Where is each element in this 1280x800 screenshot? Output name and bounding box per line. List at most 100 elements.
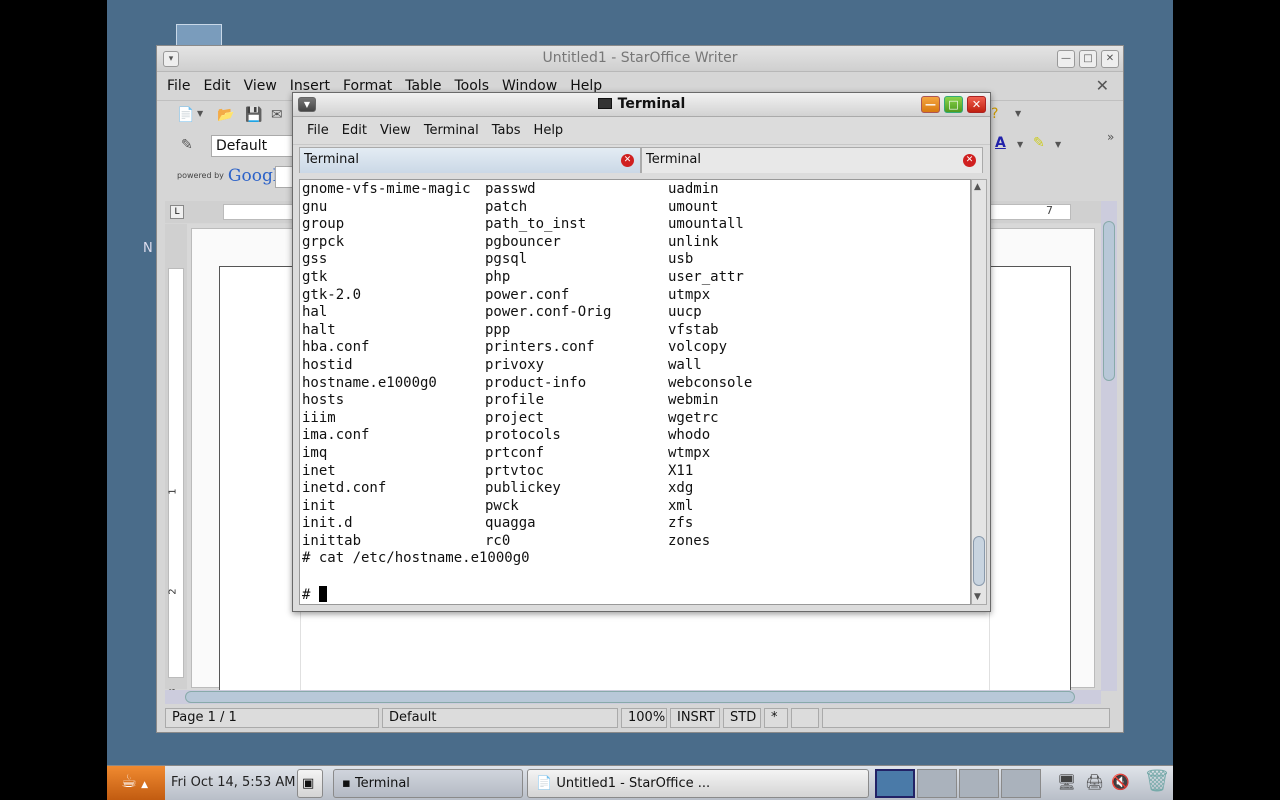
launch-menu-button[interactable]: ☕ ▲ [107, 766, 165, 800]
terminal-listing-entry: user_attr [668, 268, 744, 285]
terminal-listing-entry: X11 [668, 462, 694, 479]
new-document-icon[interactable]: 📄 [177, 107, 194, 123]
terminal-listing-entry: inet [302, 462, 336, 479]
terminal-scroll-thumb[interactable] [973, 536, 985, 586]
terminal-listing-entry: xdg [668, 480, 694, 497]
terminal-tab-2[interactable]: Terminal ✕ [641, 147, 983, 173]
terminal-listing-entry: uucp [668, 304, 702, 321]
email-icon[interactable]: ✉ [271, 107, 283, 123]
open-folder-icon[interactable]: 📂 [217, 107, 234, 123]
writer-vertical-scrollbar[interactable] [1101, 201, 1117, 691]
vertical-ruler[interactable]: 1 2 3 [165, 224, 187, 695]
terminal-listing-entry: rc0 [485, 532, 511, 549]
terminal-listing-entry: usb [668, 251, 694, 268]
show-desktop-button[interactable]: ▣ [297, 769, 323, 798]
taskbar-item-terminal[interactable]: ▪ Terminal [333, 769, 523, 798]
terminal-listing-entry: hal [302, 304, 328, 321]
terminal-listing-entry: grpck [302, 233, 345, 250]
tab-stop-icon[interactable]: L [170, 205, 184, 219]
terminal-listing-entry: protocols [485, 427, 561, 444]
network-icon[interactable]: 🖥 [1057, 773, 1076, 791]
save-icon[interactable]: 💾 [245, 107, 262, 123]
menu-view[interactable]: View [244, 78, 277, 94]
vertical-ruler-scale [168, 268, 184, 678]
terminal-listing-entry: umountall [668, 216, 744, 233]
help-icon[interactable]: ? [991, 106, 998, 122]
workspace-3[interactable] [959, 769, 999, 798]
terminal-listing-row: iiim project wgetrc [302, 410, 968, 428]
status-selection-mode[interactable]: STD [723, 708, 761, 728]
terminal-tab-1[interactable]: Terminal ✕ [299, 147, 641, 173]
terminal-listing-entry: prtvtoc [485, 462, 545, 479]
writer-title: Untitled1 - StarOffice Writer [542, 50, 738, 66]
status-modified: * [764, 708, 788, 728]
styles-icon[interactable]: ✎ [181, 137, 193, 153]
terminal-scrollbar[interactable]: ▲ ▼ [971, 179, 987, 605]
status-zoom[interactable]: 100% [621, 708, 667, 728]
tab-1-close-icon[interactable]: ✕ [621, 154, 634, 167]
vruler-mark-1: 1 [167, 488, 179, 495]
terminal-menu-terminal[interactable]: Terminal [424, 123, 479, 138]
writer-horizontal-scrollbar[interactable] [165, 690, 1101, 704]
new-dropdown-icon[interactable]: ▼ [197, 109, 203, 118]
terminal-listing-entry: php [485, 268, 511, 285]
font-color-icon[interactable]: A [995, 135, 1006, 151]
tab-2-close-icon[interactable]: ✕ [963, 154, 976, 167]
terminal-listing-entry: gnome-vfs-mime-magic [302, 181, 471, 197]
scroll-down-icon[interactable]: ▼ [974, 592, 981, 602]
maximize-icon[interactable]: □ [1079, 50, 1097, 68]
trash-icon[interactable]: 🗑 [1143, 769, 1171, 794]
launch-arrow-icon: ▲ [141, 780, 149, 790]
writer-titlebar[interactable]: ▾ Untitled1 - StarOffice Writer — □ ✕ [157, 46, 1123, 72]
terminal-listing-entry: volcopy [668, 339, 728, 356]
terminal-menu-help[interactable]: Help [534, 123, 564, 138]
volume-muted-icon[interactable]: 🔇 [1111, 773, 1130, 791]
status-page-style[interactable]: Default [382, 708, 618, 728]
paragraph-style-select[interactable]: Default [211, 135, 301, 157]
status-page: Page 1 / 1 [165, 708, 379, 728]
terminal-prompt-line[interactable]: # [302, 585, 968, 604]
writer-hscroll-thumb[interactable] [185, 691, 1075, 703]
terminal-minimize-icon[interactable]: — [921, 96, 940, 113]
scroll-up-icon[interactable]: ▲ [974, 182, 981, 192]
desktop-side-label: N [143, 241, 153, 256]
terminal-listing-entry: group [302, 216, 345, 233]
terminal-titlebar[interactable]: ▼ Terminal — □ ✕ [293, 93, 990, 117]
terminal-menu-file[interactable]: File [307, 123, 329, 138]
taskbar-item-writer[interactable]: 📄 Untitled1 - StarOffice ... [527, 769, 869, 798]
close-document-icon[interactable]: ✕ [1096, 76, 1109, 95]
terminal-menu-view[interactable]: View [380, 123, 411, 138]
terminal-menu-edit[interactable]: Edit [342, 123, 367, 138]
terminal-output[interactable]: gnome-vfs-mime-magic passwd uadmin gnu patch… [299, 179, 971, 605]
minimize-icon[interactable]: — [1057, 50, 1075, 68]
printer-icon[interactable]: 🖨 [1085, 773, 1104, 791]
terminal-listing-entry: profile [485, 392, 545, 409]
writer-vscroll-thumb[interactable] [1103, 221, 1115, 381]
workspace-4[interactable] [1001, 769, 1041, 798]
terminal-listing-row: gtk php user_attr [302, 269, 968, 287]
terminal-menu-tabs[interactable]: Tabs [492, 123, 521, 138]
terminal-listing-row: init pwck xml [302, 498, 968, 516]
toolbar-overflow-icon[interactable]: ▼ [1015, 109, 1021, 118]
workspace-1[interactable] [875, 769, 915, 798]
close-icon[interactable]: ✕ [1101, 50, 1119, 68]
ruler-mark: 7 [1046, 204, 1053, 217]
font-color-dropdown-icon[interactable]: ▼ [1017, 140, 1023, 149]
highlight-icon[interactable]: ✎ [1033, 135, 1045, 151]
taskbar-clock[interactable]: Fri Oct 14, 5:53 AM [171, 775, 295, 790]
workspace-2[interactable] [917, 769, 957, 798]
terminal-listing-row: halt ppp vfstab [302, 322, 968, 340]
terminal-listing-entry: gtk [302, 268, 328, 285]
toolbar-more-icon[interactable]: » [1107, 130, 1114, 144]
terminal-listing-row: imq prtconf wtmpx [302, 445, 968, 463]
status-insert-mode[interactable]: INSRT [670, 708, 720, 728]
terminal-listing-entry: pgsql [485, 251, 528, 268]
terminal-listing-entry: inetd.conf [302, 480, 387, 497]
menu-edit[interactable]: Edit [203, 78, 230, 94]
terminal-icon [597, 98, 612, 109]
terminal-close-icon[interactable]: ✕ [967, 96, 986, 113]
terminal-listing-entry: ima.conf [302, 427, 370, 444]
highlight-dropdown-icon[interactable]: ▼ [1055, 140, 1061, 149]
menu-file[interactable]: File [167, 78, 190, 94]
terminal-maximize-icon[interactable]: □ [944, 96, 963, 113]
